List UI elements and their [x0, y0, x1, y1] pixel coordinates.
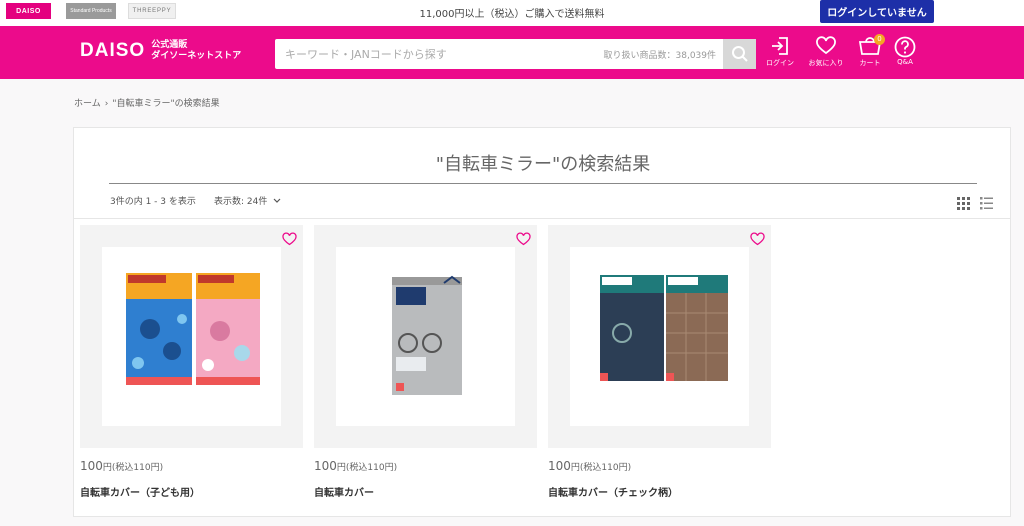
heart-icon [516, 232, 531, 246]
login-label: ログイン [766, 59, 794, 67]
price-value: 100 [548, 459, 571, 473]
product-price: 100円(税込110円) [80, 459, 163, 473]
list-icon [980, 197, 993, 210]
cart-count-badge: 0 [874, 34, 885, 45]
product-photo-check-cover [600, 275, 728, 381]
product-photo-kids-cover [126, 273, 260, 385]
product-card[interactable]: 100円(税込110円) 自転車カバー [314, 225, 537, 515]
search-results-panel: "自転車ミラー"の検索結果 3件の内 1 - 3 を表示 表示数: 24件 10… [73, 127, 1011, 517]
divider [74, 218, 1010, 219]
price-unit: 円(税込110円) [102, 463, 164, 473]
product-image-frame [548, 225, 771, 448]
cart-label: カート [859, 59, 881, 67]
chevron-down-icon [273, 198, 281, 203]
login-status-button[interactable]: ログインしていません [820, 0, 934, 23]
price-value: 100 [80, 459, 103, 473]
price-unit: 円(税込110円) [570, 463, 632, 473]
search-button[interactable] [723, 39, 756, 69]
breadcrumb-home[interactable]: ホーム [74, 99, 101, 109]
heart-icon [816, 36, 836, 55]
product-price: 100円(税込110円) [314, 459, 397, 473]
product-photo-cover [392, 275, 462, 395]
login-link[interactable]: ログイン [760, 36, 800, 68]
logo-mark: DAISO [80, 40, 146, 61]
product-card[interactable]: 100円(税込110円) 自転車カバー（子ども用） [80, 225, 303, 515]
price-unit: 円(税込110円) [336, 463, 398, 473]
product-name[interactable]: 自転車カバー（子ども用） [80, 484, 200, 499]
product-image[interactable] [336, 247, 515, 426]
product-card[interactable]: 100円(税込110円) 自転車カバー（チェック柄） [548, 225, 771, 515]
page-title: "自転車ミラー"の検索結果 [109, 150, 977, 184]
cart-link[interactable]: 0 カート [850, 34, 890, 68]
top-bar: DAISO Standard Products THREEPPY 11,000円… [0, 0, 1024, 26]
heart-icon [282, 232, 297, 246]
login-icon [772, 37, 788, 55]
product-image[interactable] [570, 247, 749, 426]
site-logo[interactable]: DAISO 公式通販 ダイソーネットストア [80, 40, 241, 62]
product-image-frame [80, 225, 303, 448]
breadcrumb: ホーム › "自転車ミラー"の検索結果 [74, 96, 220, 109]
favorite-toggle[interactable] [750, 231, 765, 250]
product-name[interactable]: 自転車カバー [314, 484, 374, 499]
product-image-frame [314, 225, 537, 448]
logo-subtitle: 公式通販 ダイソーネットストア [151, 40, 241, 62]
per-page-select[interactable]: 表示数: 24件 [214, 194, 281, 207]
logo-sub-line1: 公式通販 [151, 40, 188, 50]
search-input[interactable] [275, 39, 595, 69]
product-image[interactable] [102, 247, 281, 426]
breadcrumb-current: "自転車ミラー"の検索結果 [112, 99, 220, 109]
breadcrumb-separator: › [104, 99, 109, 109]
grid-view-toggle[interactable] [957, 195, 970, 214]
favorite-toggle[interactable] [516, 231, 531, 250]
price-value: 100 [314, 459, 337, 473]
product-count: 取り扱い商品数：38,039件 [603, 51, 717, 61]
search-bar: 取り扱い商品数：38,039件 [275, 39, 756, 69]
per-page-label: 表示数: 24件 [214, 197, 268, 207]
site-header: DAISO 公式通販 ダイソーネットストア 取り扱い商品数：38,039件 ログ… [0, 26, 1024, 79]
logo-sub-line2: ダイソーネットストア [151, 51, 242, 61]
favorites-label: お気に入り [808, 59, 844, 67]
grid-icon [957, 197, 970, 210]
result-count: 3件の内 1 - 3 を表示 [110, 197, 196, 207]
favorite-toggle[interactable] [282, 231, 297, 250]
search-icon [731, 46, 748, 62]
qa-label: Q&A [897, 58, 913, 66]
product-name[interactable]: 自転車カバー（チェック柄） [548, 484, 678, 499]
heart-icon [750, 232, 765, 246]
favorites-link[interactable]: お気に入り [806, 36, 846, 68]
list-view-toggle[interactable] [980, 195, 993, 214]
product-price: 100円(税込110円) [548, 459, 631, 473]
qa-link[interactable]: Q&A [885, 36, 925, 66]
question-icon [894, 36, 916, 58]
